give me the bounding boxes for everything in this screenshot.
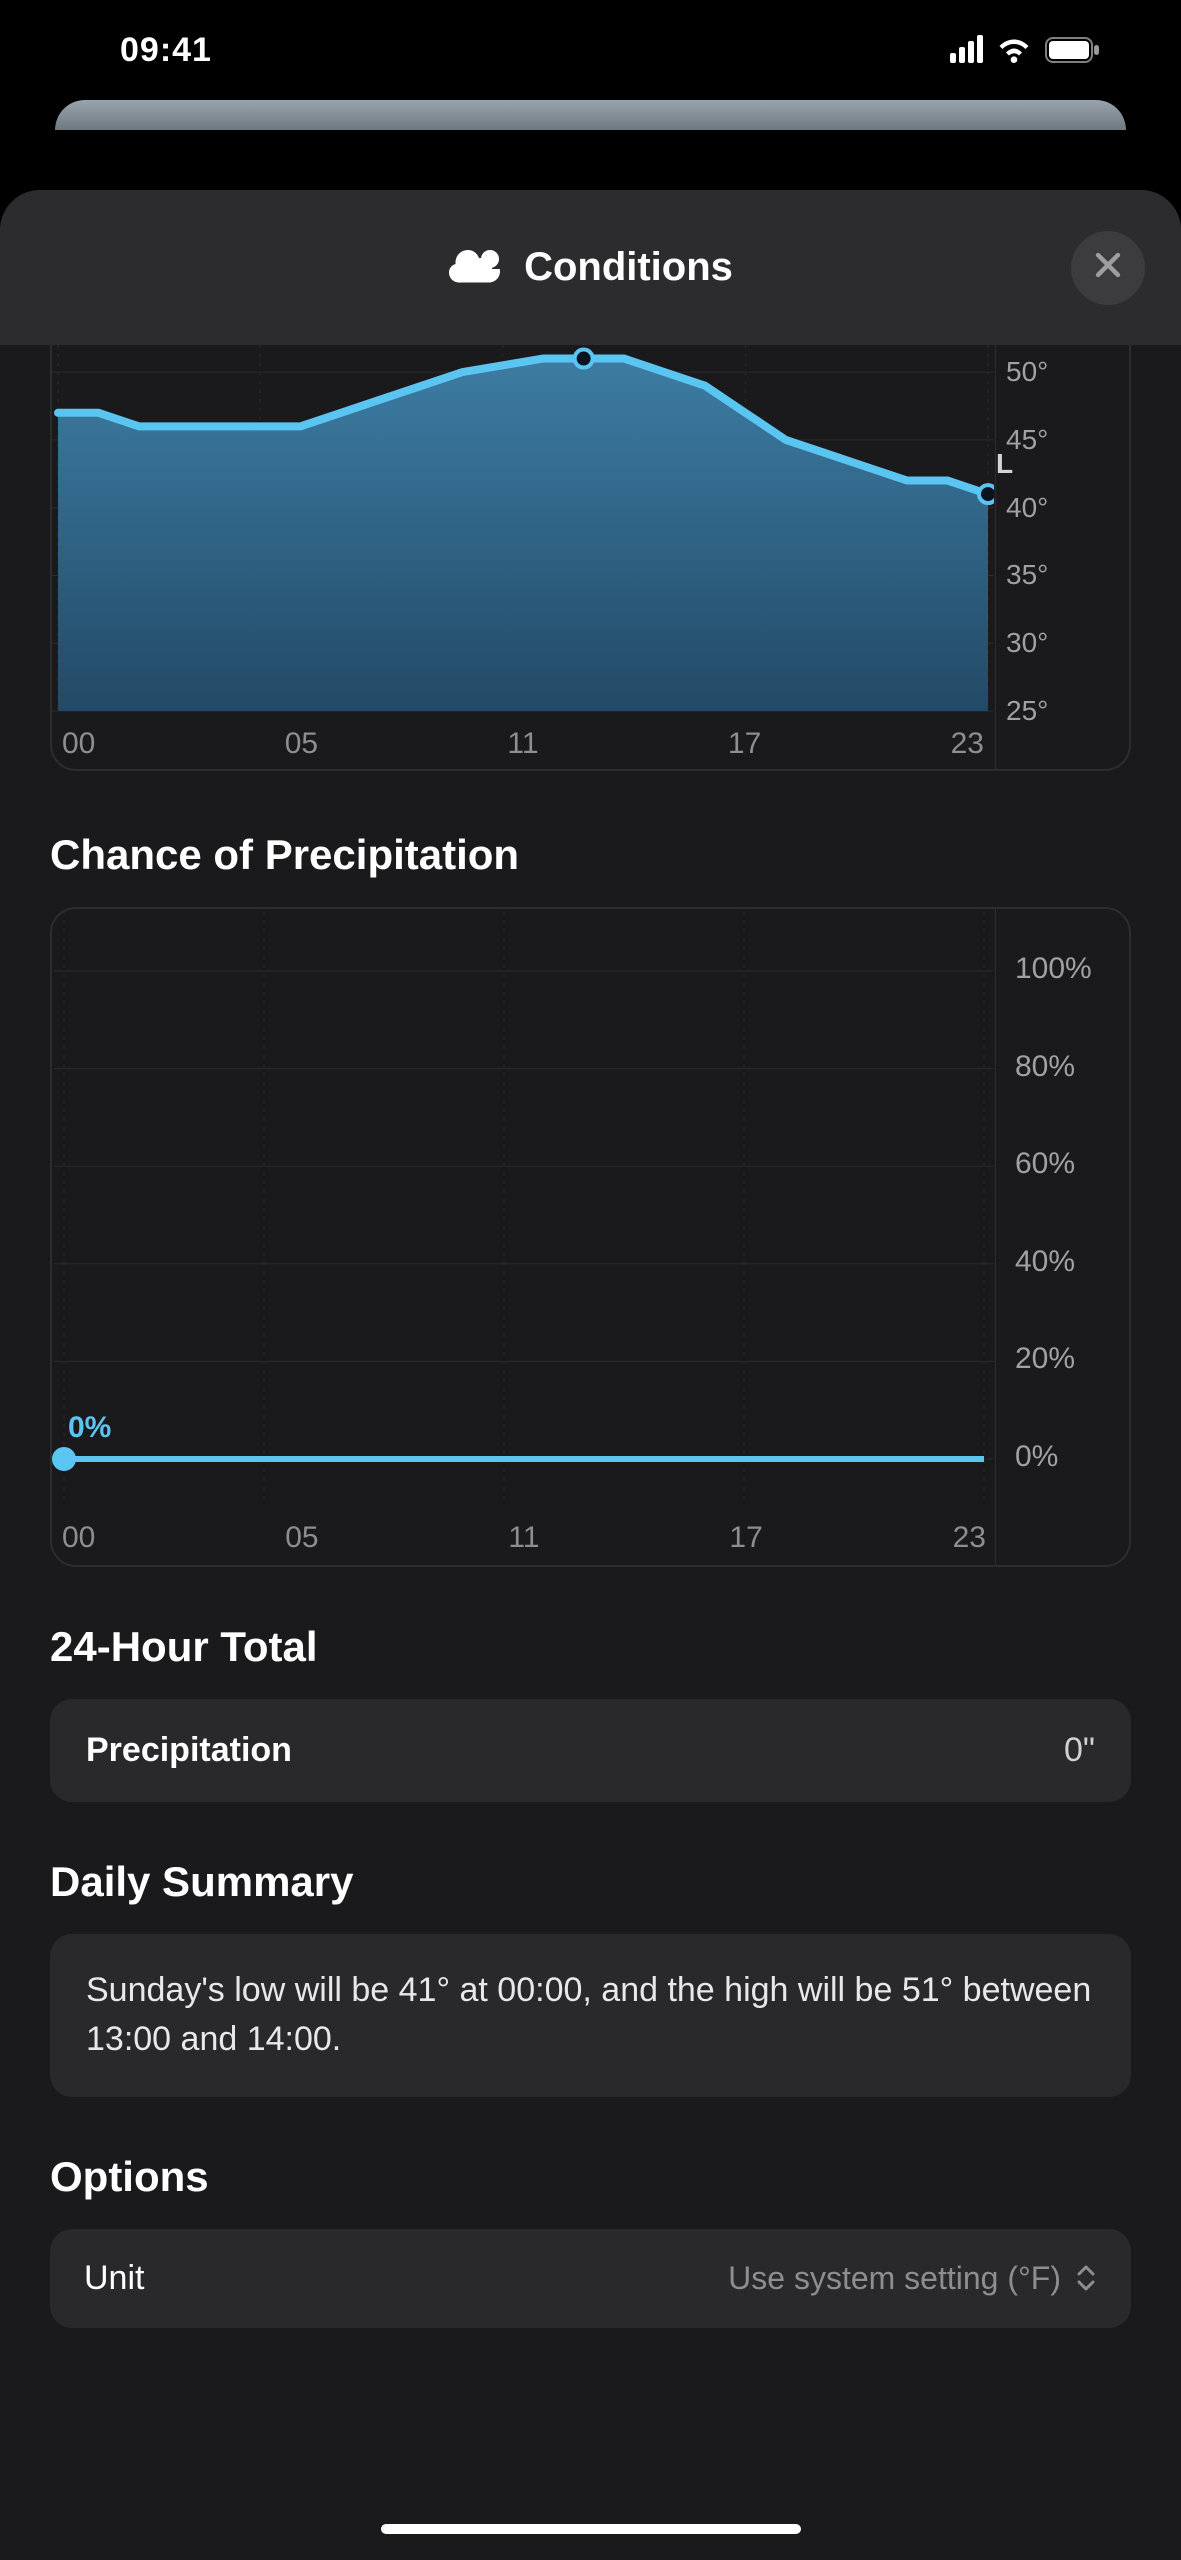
status-bar: 09:41 [0, 0, 1181, 100]
total-row-value: 0" [1064, 1731, 1095, 1770]
temperature-y-axis: 50° 45° 40° 35° 30° 25° [1006, 345, 1111, 769]
temp-y-tick: 45° [1006, 424, 1048, 456]
precipitation-chart[interactable]: 0% 100% 80% 60% 40% 20% 0% 00 05 11 17 23 [50, 907, 1131, 1567]
cellular-icon [950, 37, 983, 63]
precip-y-tick: 0% [1015, 1440, 1058, 1474]
temp-y-tick: 40° [1006, 492, 1048, 524]
precip-x-axis: 00 05 11 17 23 [52, 1521, 996, 1555]
temp-x-tick: 00 [62, 727, 95, 761]
precip-y-tick: 60% [1015, 1147, 1075, 1181]
precip-data-line [64, 1456, 984, 1462]
total-row-label: Precipitation [86, 1731, 292, 1770]
precip-x-tick: 17 [729, 1521, 762, 1555]
summary-section-title: Daily Summary [50, 1858, 1131, 1906]
temp-y-tick: 30° [1006, 627, 1048, 659]
unit-option-label: Unit [84, 2259, 144, 2298]
temp-y-tick: 35° [1006, 559, 1048, 591]
temp-y-tick: 25° [1006, 695, 1048, 727]
precip-y-tick: 100% [1015, 952, 1092, 986]
total-card: Precipitation 0" [50, 1699, 1131, 1802]
cloud-icon [448, 245, 504, 290]
precip-section-title: Chance of Precipitation [50, 831, 1131, 879]
battery-icon [1045, 37, 1101, 63]
unit-option-row[interactable]: Unit Use system setting (°F) [50, 2229, 1131, 2328]
temp-x-tick: 05 [285, 727, 318, 761]
chevron-up-down-icon [1075, 2263, 1097, 2293]
precip-y-tick: 20% [1015, 1342, 1075, 1376]
wifi-icon [997, 37, 1031, 63]
unit-option-value: Use system setting (°F) [728, 2260, 1061, 2297]
temp-x-tick: 17 [728, 727, 761, 761]
precip-x-tick: 05 [285, 1521, 318, 1555]
temperature-chart[interactable]: L 50°45°40°35°30°25° 0005111723 [50, 345, 1131, 771]
summary-card: Sunday's low will be 41° at 00:00, and t… [50, 1934, 1131, 2097]
precip-now-marker [52, 1447, 76, 1471]
precip-y-tick: 80% [1015, 1050, 1075, 1084]
sheet-title: Conditions [524, 245, 733, 290]
summary-text: Sunday's low will be 41° at 00:00, and t… [86, 1966, 1095, 2065]
conditions-sheet: Conditions [0, 190, 1181, 2560]
temperature-x-axis: 00 05 11 17 23 [52, 727, 994, 761]
total-section-title: 24-Hour Total [50, 1623, 1131, 1671]
close-icon [1091, 248, 1125, 287]
close-button[interactable] [1071, 231, 1145, 305]
temp-x-tick: 23 [951, 727, 984, 761]
precip-x-tick: 00 [62, 1521, 95, 1555]
precip-y-tick: 40% [1015, 1245, 1075, 1279]
background-sheet-peek [55, 100, 1126, 130]
home-indicator[interactable] [381, 2524, 801, 2534]
status-time: 09:41 [120, 31, 212, 70]
temp-x-tick: 11 [507, 727, 538, 761]
options-section-title: Options [50, 2153, 1131, 2201]
precip-x-tick: 23 [953, 1521, 986, 1555]
precip-now-label: 0% [68, 1411, 111, 1445]
precip-x-tick: 11 [508, 1521, 539, 1555]
status-indicators [950, 37, 1101, 63]
precip-y-axis: 100% 80% 60% 40% 20% 0% [1001, 909, 1111, 1495]
sheet-header: Conditions [0, 190, 1181, 345]
temp-y-tick: 50° [1006, 356, 1048, 388]
